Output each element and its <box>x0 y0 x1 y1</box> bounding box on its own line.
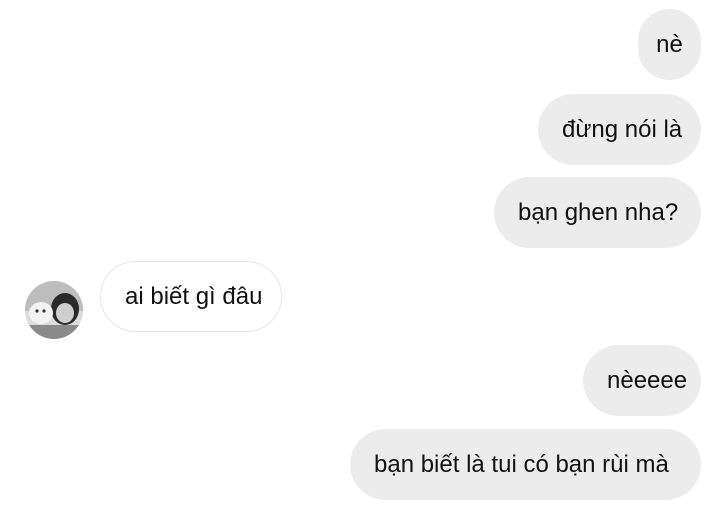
message-thread: nè đừng nói là bạn ghen nha? ai biết gì … <box>0 0 719 510</box>
message-text: bạn ghen nha? <box>518 198 679 226</box>
message-text: nè <box>656 30 683 58</box>
message-text: nèeeee <box>607 366 688 394</box>
outgoing-message-bubble[interactable]: bạn biết là tui có bạn rùi mà <box>350 429 701 500</box>
outgoing-message-bubble[interactable]: nè <box>638 9 701 80</box>
message-text: đừng nói là <box>562 115 683 143</box>
message-text: bạn biết là tui có bạn rùi mà <box>374 450 669 478</box>
outgoing-message-bubble[interactable]: nèeeee <box>583 345 701 416</box>
outgoing-message-bubble[interactable]: bạn ghen nha? <box>494 177 701 248</box>
outgoing-message-bubble[interactable]: đừng nói là <box>538 94 701 165</box>
incoming-message-bubble[interactable]: ai biết gì đâu <box>100 261 282 332</box>
message-text: ai biết gì đâu <box>125 282 263 310</box>
contact-avatar[interactable] <box>25 281 83 339</box>
avatar-photo <box>25 281 83 339</box>
